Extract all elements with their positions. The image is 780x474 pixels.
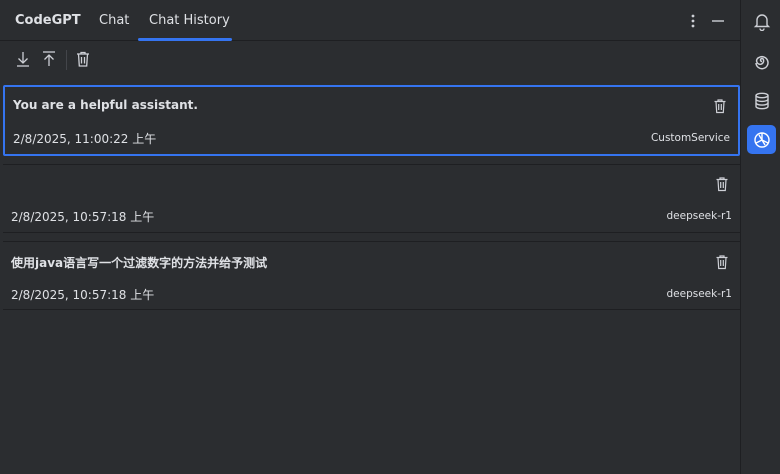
toolbar-divider bbox=[66, 50, 67, 70]
right-tool-strip bbox=[740, 0, 780, 474]
database-icon[interactable] bbox=[752, 91, 772, 111]
delete-icon[interactable] bbox=[714, 254, 730, 270]
history-item-model: deepseek-r1 bbox=[666, 210, 732, 222]
import-icon[interactable] bbox=[14, 50, 32, 68]
more-options-icon[interactable] bbox=[685, 12, 701, 30]
history-item-date: 2/8/2025, 10:57:18 上午 bbox=[11, 210, 155, 224]
main-panel: CodeGPT Chat Chat History You are a help… bbox=[0, 0, 740, 474]
tab-chat[interactable]: Chat bbox=[99, 13, 129, 28]
history-item-date: 2/8/2025, 11:00:22 上午 bbox=[13, 132, 157, 146]
header-bar: CodeGPT Chat Chat History bbox=[0, 0, 740, 41]
delete-icon[interactable] bbox=[712, 98, 728, 114]
app-title: CodeGPT bbox=[15, 13, 81, 28]
history-toolbar bbox=[0, 42, 740, 76]
codegpt-icon[interactable] bbox=[752, 130, 772, 150]
history-item[interactable]: 2/8/2025, 10:57:18 上午 deepseek-r1 bbox=[3, 164, 740, 233]
trash-icon[interactable] bbox=[74, 50, 92, 68]
history-item-title: 使用java语言写一个过滤数字的方法并给予测试 bbox=[11, 256, 268, 270]
history-item[interactable]: 使用java语言写一个过滤数字的方法并给予测试 2/8/2025, 10:57:… bbox=[3, 241, 740, 310]
tab-chat-history[interactable]: Chat History bbox=[149, 13, 230, 28]
export-icon[interactable] bbox=[40, 50, 58, 68]
history-item[interactable]: You are a helpful assistant. 2/8/2025, 1… bbox=[3, 85, 740, 156]
history-item-model: CustomService bbox=[650, 132, 730, 144]
minimize-icon[interactable] bbox=[710, 12, 726, 30]
delete-icon[interactable] bbox=[714, 176, 730, 192]
ai-spiral-icon[interactable] bbox=[752, 51, 772, 71]
history-item-date: 2/8/2025, 10:57:18 上午 bbox=[11, 288, 155, 302]
notifications-icon[interactable] bbox=[752, 11, 772, 31]
history-item-model: deepseek-r1 bbox=[666, 288, 732, 300]
active-tab-indicator bbox=[138, 38, 232, 41]
history-item-title: You are a helpful assistant. bbox=[13, 98, 198, 112]
